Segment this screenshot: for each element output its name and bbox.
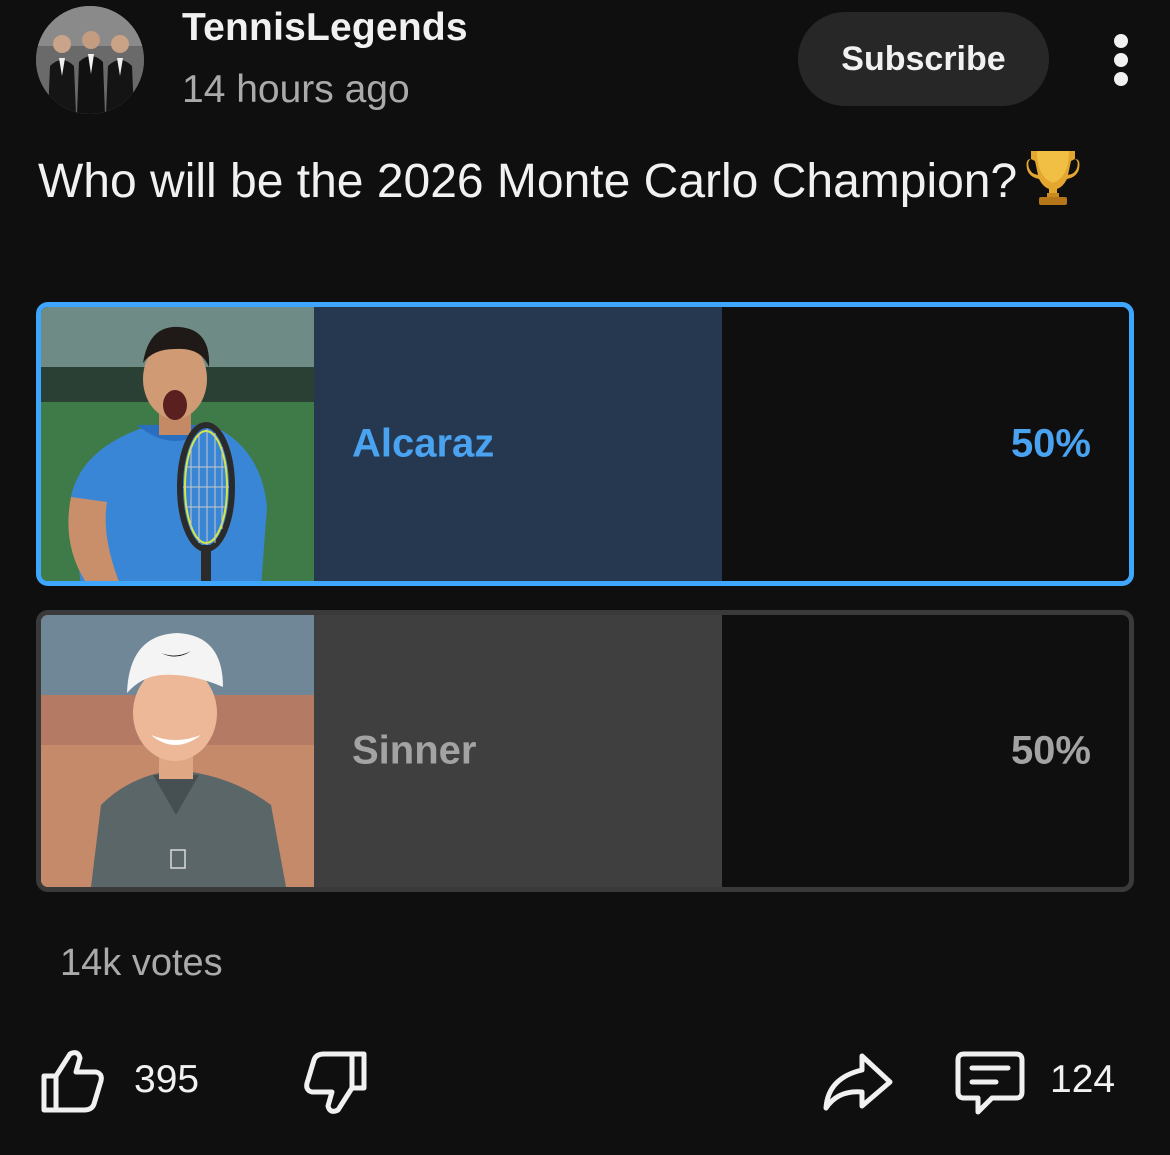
- poll-option-percent: 50%: [1010, 421, 1091, 466]
- dislike-button[interactable]: [300, 1048, 370, 1118]
- subscribe-button[interactable]: Subscribe: [798, 12, 1049, 106]
- like-button[interactable]: [38, 1046, 108, 1116]
- dislike-icon: [304, 1051, 367, 1114]
- like-count: 395: [134, 1058, 200, 1101]
- vote-count: 14k votes: [60, 942, 223, 984]
- poll-option-sinner[interactable]: Sinner 50%: [36, 610, 1134, 892]
- community-post: TennisLegends 14 hours ago Subscribe Who…: [0, 0, 1170, 1155]
- channel-avatar[interactable]: [36, 6, 144, 114]
- more-options-icon[interactable]: [1100, 28, 1144, 92]
- comments-button[interactable]: [954, 1048, 1026, 1118]
- poll-option-label: Sinner: [352, 728, 477, 773]
- trophy-icon: [1023, 145, 1083, 225]
- share-icon: [823, 1053, 893, 1111]
- poll-option-alcaraz[interactable]: Alcaraz 50%: [36, 302, 1134, 586]
- player-photo-sinner: [41, 615, 314, 887]
- channel-name[interactable]: TennisLegends: [182, 6, 468, 50]
- post-timestamp: 14 hours ago: [182, 68, 410, 111]
- comment-icon: [955, 1051, 1025, 1115]
- player-photo-alcaraz: [41, 307, 314, 581]
- comment-count: 124: [1050, 1058, 1116, 1101]
- like-icon: [41, 1050, 104, 1113]
- poll-question-text: Who will be the 2026 Monte Carlo Champio…: [38, 155, 1018, 208]
- share-button[interactable]: [820, 1050, 894, 1114]
- poll-option-label: Alcaraz: [352, 421, 495, 466]
- poll-question: Who will be the 2026 Monte Carlo Champio…: [38, 145, 1118, 225]
- poll-option-percent: 50%: [1010, 728, 1091, 773]
